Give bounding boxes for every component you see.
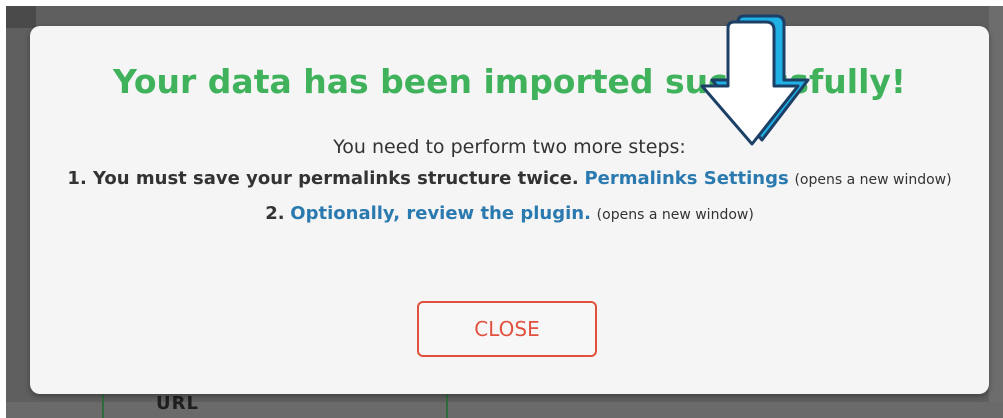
step-2-number: 2. xyxy=(265,203,285,224)
step-1: 1. You must save your permalinks structu… xyxy=(60,164,960,195)
arrow-down-icon xyxy=(700,14,810,146)
background-column-label: URL xyxy=(156,393,199,414)
review-plugin-link[interactable]: Optionally, review the plugin. xyxy=(290,203,591,224)
step-2-new-window-note: (opens a new window) xyxy=(596,207,754,223)
import-success-dialog: Your data has been imported successfully… xyxy=(30,26,989,394)
dialog-body: You need to perform two more steps: 1. Y… xyxy=(50,130,969,230)
dialog-title: Your data has been imported successfully… xyxy=(113,62,906,101)
steps-intro: You need to perform two more steps: xyxy=(333,136,686,158)
step-1-new-window-note: (opens a new window) xyxy=(794,172,952,188)
backdrop-right-strip xyxy=(989,6,1003,418)
permalinks-settings-link[interactable]: Permalinks Settings xyxy=(584,168,788,189)
step-2: 2. Optionally, review the plugin. (opens… xyxy=(50,199,969,230)
close-button[interactable]: CLOSE xyxy=(417,301,597,357)
step-1-text: 1. You must save your permalinks structu… xyxy=(67,168,579,189)
backdrop-corner xyxy=(6,6,36,28)
